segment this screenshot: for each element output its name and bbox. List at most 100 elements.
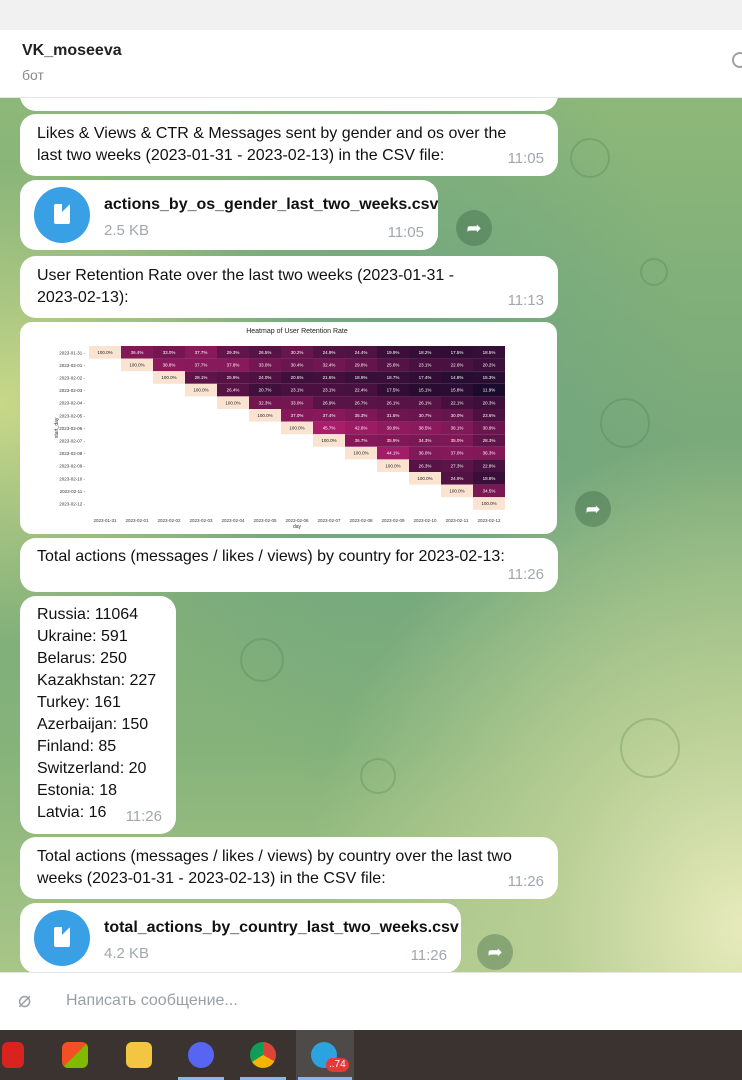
heatmap-cell-label: 20.6% xyxy=(291,375,304,380)
search-icon[interactable] xyxy=(732,52,742,68)
folder-icon xyxy=(126,1042,152,1068)
message-time: 11:05 xyxy=(387,224,424,241)
forward-icon[interactable]: ➦ xyxy=(456,210,492,246)
y-tick-label: 2023-02-07 - xyxy=(59,439,85,444)
chat-header[interactable]: VK_moseeva бот xyxy=(0,30,742,98)
heatmap-cell-label: 30.0% xyxy=(451,413,464,418)
heatmap-cell-label: 100.0% xyxy=(321,438,336,443)
y-tick-label: 2023-02-08 - xyxy=(59,451,85,456)
background-doodle xyxy=(640,258,668,286)
taskbar-chrome-button[interactable] xyxy=(238,1030,288,1080)
background-doodle xyxy=(570,138,610,178)
message-bubble[interactable]: Russia: 11064 Ukraine: 591 Belarus: 250 … xyxy=(20,596,176,834)
heatmap-cell-label: 100.0% xyxy=(449,489,464,494)
message-text: User Retention Rate over the last two we… xyxy=(37,267,455,306)
heatmap-cell-label: 22.4% xyxy=(355,388,368,393)
message-text: Total actions (messages / likes / views)… xyxy=(37,548,505,565)
heatmap-cell-label: 29.8% xyxy=(355,363,368,368)
heatmap-cell-label: 38.5% xyxy=(419,426,432,431)
file-name[interactable]: total_actions_by_country_last_two_weeks.… xyxy=(104,917,459,939)
y-tick-label: 2023-02-09 - xyxy=(59,464,85,469)
forward-icon[interactable]: ➦ xyxy=(477,934,513,970)
message-time: 11:26 xyxy=(410,947,447,964)
x-tick-label: 2023-02-02 xyxy=(157,518,181,523)
heatmap-cell-label: 35.3% xyxy=(355,413,368,418)
chat-title[interactable]: VK_moseeva xyxy=(22,42,122,60)
taskbar-discord-button[interactable] xyxy=(176,1030,226,1080)
heatmap-cell-label: 100.0% xyxy=(161,375,176,380)
heatmap-cell-label: 25.9% xyxy=(227,375,240,380)
file-icon[interactable] xyxy=(34,187,90,243)
heatmap-cell-label: 21.6% xyxy=(323,375,336,380)
file-message-bubble[interactable]: total_actions_by_country_last_two_weeks.… xyxy=(20,903,461,972)
forward-icon[interactable]: ➦ xyxy=(575,491,611,527)
heatmap-cell-label: 33.0% xyxy=(259,363,272,368)
heatmap-cell-label: 19.9% xyxy=(387,350,400,355)
x-tick-label: 2023-02-12 xyxy=(477,518,501,523)
y-tick-label: 2023-02-04 - xyxy=(59,401,85,406)
message-bubble[interactable]: User Retention Rate over the last two we… xyxy=(20,256,558,318)
taskbar-yandex-button[interactable] xyxy=(0,1030,50,1080)
message-time: 11:26 xyxy=(507,873,544,890)
message-input[interactable] xyxy=(66,990,686,1012)
x-tick-label: 2023-02-09 xyxy=(381,518,405,523)
heatmap-cell-label: 22.8% xyxy=(483,463,496,468)
message-bubble[interactable]: Total actions (messages / likes / views)… xyxy=(20,538,558,592)
message-text: Russia: 11064 Ukraine: 591 Belarus: 250 … xyxy=(37,606,157,821)
heatmap-cell-label: 27.3% xyxy=(451,463,464,468)
background-doodle xyxy=(360,758,396,794)
x-tick-label: 2023-02-03 xyxy=(189,518,213,523)
heatmap-cell-label: 30.9% xyxy=(483,426,496,431)
heatmap-cell-label: 100.0% xyxy=(417,476,432,481)
heatmap-cell-label: 20.3% xyxy=(483,400,496,405)
heatmap-cell-label: 34.5% xyxy=(483,489,496,494)
heatmap-cell-label: 26.1% xyxy=(387,400,400,405)
heatmap-cell-label: 36.7% xyxy=(355,438,368,443)
x-tick-label: 2023-02-08 xyxy=(349,518,373,523)
chat-message-area[interactable]: Likes & Views & CTR & Messages sent by g… xyxy=(0,98,742,972)
y-tick-label: 2023-01-31 - xyxy=(59,350,85,355)
file-name[interactable]: actions_by_os_gender_last_two_weeks.csv xyxy=(104,194,438,216)
message-bubble[interactable]: Total actions (messages / likes / views)… xyxy=(20,837,558,899)
x-tick-label: 2023-02-01 xyxy=(125,518,149,523)
background-doodle xyxy=(600,398,650,448)
message-time: 11:26 xyxy=(507,566,544,583)
chat-status: бот xyxy=(22,67,44,83)
heatmap-cell-label: 24.4% xyxy=(355,350,368,355)
heatmap-cell-label: 36.0% xyxy=(419,451,432,456)
heatmap-cell-label: 26.3% xyxy=(419,463,432,468)
x-axis-label: day xyxy=(293,524,302,530)
taskbar-store-button[interactable] xyxy=(50,1030,100,1080)
unread-badge: ..74 xyxy=(326,1058,349,1072)
heatmap-cell-label: 24.0% xyxy=(259,375,272,380)
message-bubble[interactable]: Likes & Views & CTR & Messages sent by g… xyxy=(20,114,558,176)
x-tick-label: 2023-02-11 xyxy=(446,518,469,523)
y-tick-label: 2023-02-11 - xyxy=(60,489,86,494)
heatmap-cell-label: 31.5% xyxy=(387,413,400,418)
y-axis-label: start_day xyxy=(54,417,60,438)
heatmap-cell-label: 32.4% xyxy=(323,363,336,368)
heatmap-cell-label: 100.0% xyxy=(193,388,208,393)
y-tick-label: 2023-02-06 - xyxy=(59,426,85,431)
heatmap-cell-label: 37.8% xyxy=(227,363,240,368)
heatmap-cell-label: 100.0% xyxy=(97,350,112,355)
retention-heatmap-chart: Heatmap of User Retention Rate 2023-01-31… xyxy=(54,328,505,530)
x-tick-label: 2023-01-31 xyxy=(93,518,117,523)
heatmap-cell-label: 17.5% xyxy=(451,350,464,355)
windows-taskbar: ..74 xyxy=(0,1030,742,1080)
taskbar-telegram-button[interactable]: ..74 xyxy=(296,1030,354,1080)
message-time: 11:13 xyxy=(507,292,544,309)
heatmap-cell-label: 26.9% xyxy=(323,400,336,405)
yandex-icon xyxy=(2,1042,24,1068)
heatmap-cell-label: 25.6% xyxy=(387,363,400,368)
heatmap-cell-label: 100.0% xyxy=(353,451,368,456)
paperclip-icon[interactable]: ⌀ xyxy=(18,989,40,1011)
heatmap-cell-label: 18.9% xyxy=(355,375,368,380)
taskbar-explorer-button[interactable] xyxy=(114,1030,164,1080)
file-message-bubble[interactable]: actions_by_os_gender_last_two_weeks.csv … xyxy=(20,180,438,250)
store-icon xyxy=(62,1042,88,1068)
x-tick-label: 2023-02-10 xyxy=(413,518,437,523)
heatmap-image[interactable]: Heatmap of User Retention Rate 2023-01-31… xyxy=(20,322,557,534)
heatmap-cell-label: 100.0% xyxy=(129,363,144,368)
file-icon[interactable] xyxy=(34,910,90,966)
